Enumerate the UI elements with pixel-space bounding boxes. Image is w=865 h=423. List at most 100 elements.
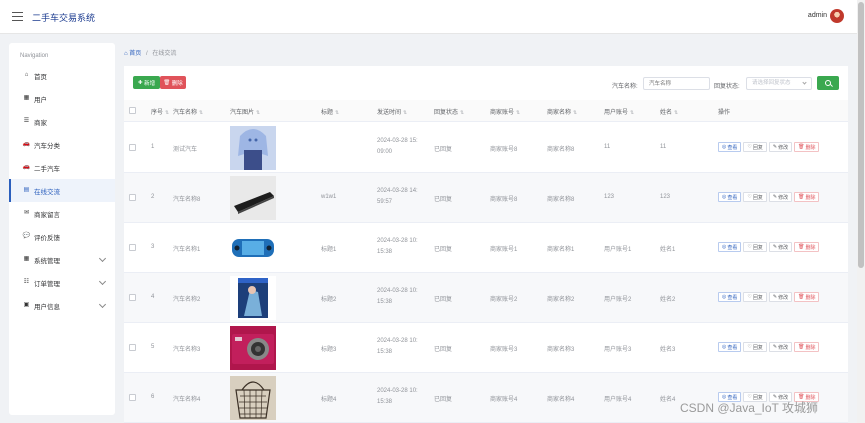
- cell-merchant-acct: 商家账号4: [490, 397, 518, 403]
- reply-button[interactable]: ♡ 回复: [743, 142, 767, 152]
- cell-user-acct: 用户账号1: [604, 247, 632, 253]
- column-header[interactable]: 发送时间 ⇅: [377, 107, 407, 116]
- column-header[interactable]: 汽车图片 ⇅: [230, 107, 260, 116]
- view-button[interactable]: ◎ 查看: [718, 142, 742, 152]
- view-button[interactable]: ◎ 查看: [718, 192, 742, 202]
- delete-button[interactable]: 🗑 删除: [794, 292, 820, 302]
- car-image[interactable]: [230, 376, 276, 420]
- cell-send-time: 2024-03-28 10:: [377, 238, 418, 244]
- column-header[interactable]: 操作: [718, 107, 730, 116]
- table-row[interactable]: 4 汽车名称2 标题2 已回复 商家账号2 商家名称2 用户账号2 姓名2 2024-03-28…: [124, 273, 848, 323]
- reply-button[interactable]: ♡ 回复: [743, 342, 767, 352]
- edit-button[interactable]: ✎ 修改: [768, 142, 793, 152]
- page-scrollbar[interactable]: [857, 0, 865, 423]
- sidebar-item[interactable]: ▣ 用户信息: [9, 294, 115, 317]
- trash-icon: 🗑: [798, 294, 805, 300]
- batch-delete-button[interactable]: 🗑 删除: [160, 76, 186, 89]
- car-image[interactable]: [230, 276, 276, 320]
- delete-button[interactable]: 🗑 删除: [794, 342, 820, 352]
- chevron-down-icon: [802, 80, 807, 85]
- edit-button[interactable]: ✎ 修改: [768, 342, 793, 352]
- car-image[interactable]: [230, 176, 276, 220]
- row-checkbox[interactable]: [129, 144, 136, 151]
- cell-idx: 4: [151, 294, 155, 300]
- sort-icon[interactable]: ⇅: [630, 110, 634, 116]
- table-row[interactable]: 1 测试汽车 已回复 商家账号8 商家名称8 11 11 2024-03-28 15: 09:0…: [124, 123, 848, 173]
- grid-icon: ▦: [23, 256, 30, 262]
- sidebar-item[interactable]: ▦ 用户: [9, 87, 115, 110]
- cell-send-time: 15:38: [377, 399, 393, 405]
- sort-icon[interactable]: ⇅: [460, 110, 464, 116]
- sidebar-item[interactable]: ⌂ 首页: [9, 64, 115, 87]
- column-header[interactable]: 序号 ⇅: [151, 107, 169, 116]
- breadcrumb-home[interactable]: ⌂ 首页: [124, 51, 141, 57]
- sidebar-item[interactable]: ▤ 在线交流: [9, 179, 115, 202]
- edit-button[interactable]: ✎ 修改: [768, 192, 793, 202]
- sidebar-item[interactable]: 💬 评价反馈: [9, 225, 115, 248]
- cell-send-time: 2024-03-28 10:: [377, 288, 418, 294]
- car-image[interactable]: [230, 326, 276, 370]
- car-image[interactable]: [230, 226, 276, 270]
- delete-button[interactable]: 🗑 删除: [794, 142, 820, 152]
- sort-icon[interactable]: ⇅: [256, 110, 260, 116]
- sort-icon[interactable]: ⇅: [165, 110, 169, 116]
- add-button[interactable]: ✚ 新增: [133, 76, 160, 89]
- row-checkbox[interactable]: [129, 294, 136, 301]
- car-name-input[interactable]: [643, 77, 710, 90]
- row-checkbox[interactable]: [129, 394, 136, 401]
- column-header[interactable]: 用户账号 ⇅: [604, 107, 634, 116]
- cell-merchant-acct: 商家账号8: [490, 147, 518, 153]
- reply-button[interactable]: ♡ 回复: [743, 192, 767, 202]
- sidebar-item[interactable]: 🚗 汽车分类: [9, 133, 115, 156]
- sidebar-item[interactable]: ✉ 商家留言: [9, 202, 115, 225]
- edit-button[interactable]: ✎ 修改: [768, 242, 793, 252]
- edit-button[interactable]: ✎ 修改: [768, 292, 793, 302]
- table-row[interactable]: 5 汽车名称3 标题3 已回复 商家账号3 商家名称3 用户账号3 姓名3 2024-03-28…: [124, 323, 848, 373]
- view-button[interactable]: ◎ 查看: [718, 292, 742, 302]
- user-name[interactable]: admin: [808, 12, 827, 19]
- row-checkbox[interactable]: [129, 244, 136, 251]
- row-checkbox[interactable]: [129, 344, 136, 351]
- column-header[interactable]: 标题 ⇅: [321, 107, 339, 116]
- search-button[interactable]: [817, 76, 839, 90]
- sidebar-item[interactable]: 🚗 二手汽车: [9, 156, 115, 179]
- chevron-down-icon: [98, 254, 107, 263]
- cell-car: 汽车名称2: [173, 297, 201, 303]
- view-button[interactable]: ◎ 查看: [718, 242, 742, 252]
- sort-icon[interactable]: ⇅: [573, 110, 577, 116]
- car-image[interactable]: [230, 126, 276, 170]
- sidebar-item[interactable]: ☷ 订单管理: [9, 271, 115, 294]
- table-row[interactable]: 2 汽车名称8 w1w1 已回复 商家账号8 商家名称8 123 123 2024-03-28 …: [124, 173, 848, 223]
- reply-status-select[interactable]: 请选择回复状态: [746, 77, 812, 90]
- cell-user-acct: 11: [604, 144, 611, 150]
- delete-button[interactable]: 🗑 删除: [794, 192, 820, 202]
- cell-send-time: 15:38: [377, 349, 393, 355]
- table-row[interactable]: 3 汽车名称1 标题1 已回复 商家账号1 商家名称1 用户账号1 姓名1 2024-03-28…: [124, 223, 848, 273]
- sort-icon[interactable]: ⇅: [403, 110, 407, 116]
- sort-icon[interactable]: ⇅: [516, 110, 520, 116]
- scrollbar-thumb[interactable]: [858, 2, 864, 268]
- delete-button[interactable]: 🗑 删除: [794, 242, 820, 252]
- column-header[interactable]: 汽车名称 ⇅: [173, 107, 203, 116]
- sidebar-item-label: 用户: [34, 96, 47, 104]
- sort-icon[interactable]: ⇅: [335, 110, 339, 116]
- main-panel: ✚ 新增 🗑 删除 汽车名称: 回复状态: 请选择回复状态 序号⇅ 汽车名称⇅ 汽车…: [124, 66, 848, 423]
- car-name-label: 汽车名称:: [612, 84, 638, 90]
- sort-icon[interactable]: ⇅: [199, 110, 203, 116]
- select-all-checkbox[interactable]: [129, 107, 136, 114]
- column-header[interactable]: 商家名称 ⇅: [547, 107, 577, 116]
- reply-button[interactable]: ♡ 回复: [743, 292, 767, 302]
- sidebar-item[interactable]: ☰ 商家: [9, 110, 115, 133]
- column-header[interactable]: 商家账号 ⇅: [490, 107, 520, 116]
- menu-toggle-icon[interactable]: [12, 12, 23, 21]
- view-button[interactable]: ◎ 查看: [718, 342, 742, 352]
- column-header[interactable]: 回复状态 ⇅: [434, 107, 464, 116]
- sort-icon[interactable]: ⇅: [674, 110, 678, 116]
- cell-title: 标题1: [321, 247, 337, 253]
- sidebar-item[interactable]: ▦ 系统管理: [9, 248, 115, 271]
- column-header[interactable]: 姓名 ⇅: [660, 107, 678, 116]
- avatar[interactable]: [830, 9, 844, 23]
- cell-status: 已回复: [434, 247, 453, 253]
- reply-button[interactable]: ♡ 回复: [743, 242, 767, 252]
- row-checkbox[interactable]: [129, 194, 136, 201]
